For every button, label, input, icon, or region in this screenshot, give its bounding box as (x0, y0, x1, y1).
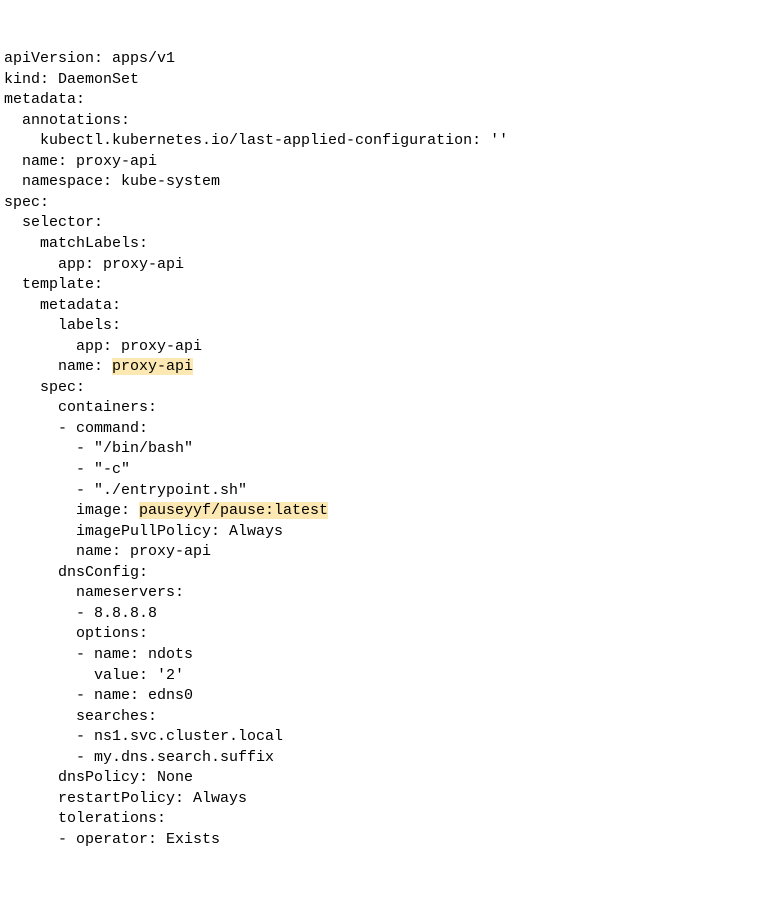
yaml-line: - name: ndots (4, 645, 764, 666)
yaml-line: name: proxy-api (4, 152, 764, 173)
yaml-text: name: (4, 358, 112, 375)
yaml-line: apiVersion: apps/v1 (4, 49, 764, 70)
yaml-line: labels: (4, 316, 764, 337)
yaml-line: template: (4, 275, 764, 296)
yaml-line: name: proxy-api (4, 542, 764, 563)
yaml-line: tolerations: (4, 809, 764, 830)
yaml-line: searches: (4, 707, 764, 728)
yaml-line: - "-c" (4, 460, 764, 481)
yaml-line: imagePullPolicy: Always (4, 522, 764, 543)
yaml-line: - command: (4, 419, 764, 440)
yaml-line: dnsPolicy: None (4, 768, 764, 789)
yaml-line: - 8.8.8.8 (4, 604, 764, 625)
yaml-line: - "/bin/bash" (4, 439, 764, 460)
yaml-line: spec: (4, 193, 764, 214)
yaml-line: app: proxy-api (4, 255, 764, 276)
yaml-line: name: proxy-api (4, 357, 764, 378)
yaml-line: value: '2' (4, 666, 764, 687)
yaml-line: kubectl.kubernetes.io/last-applied-confi… (4, 131, 764, 152)
yaml-line: options: (4, 624, 764, 645)
yaml-line: dnsConfig: (4, 563, 764, 584)
yaml-line: namespace: kube-system (4, 172, 764, 193)
yaml-line: containers: (4, 398, 764, 419)
yaml-line: - ns1.svc.cluster.local (4, 727, 764, 748)
yaml-line: annotations: (4, 111, 764, 132)
yaml-line: nameservers: (4, 583, 764, 604)
yaml-line: - operator: Exists (4, 830, 764, 851)
yaml-text: image: (4, 502, 139, 519)
yaml-line: kind: DaemonSet (4, 70, 764, 91)
yaml-line: metadata: (4, 296, 764, 317)
yaml-line: restartPolicy: Always (4, 789, 764, 810)
highlight-image-value: pauseyyf/pause:latest (139, 502, 328, 519)
yaml-line: - name: edns0 (4, 686, 764, 707)
yaml-line: selector: (4, 213, 764, 234)
yaml-line: - "./entrypoint.sh" (4, 481, 764, 502)
yaml-line: - my.dns.search.suffix (4, 748, 764, 769)
highlight-proxy-api-name: proxy-api (112, 358, 193, 375)
yaml-line: matchLabels: (4, 234, 764, 255)
yaml-line: app: proxy-api (4, 337, 764, 358)
yaml-line: image: pauseyyf/pause:latest (4, 501, 764, 522)
yaml-code-block: apiVersion: apps/v1kind: DaemonSetmetada… (4, 49, 764, 850)
yaml-line: spec: (4, 378, 764, 399)
yaml-line: metadata: (4, 90, 764, 111)
